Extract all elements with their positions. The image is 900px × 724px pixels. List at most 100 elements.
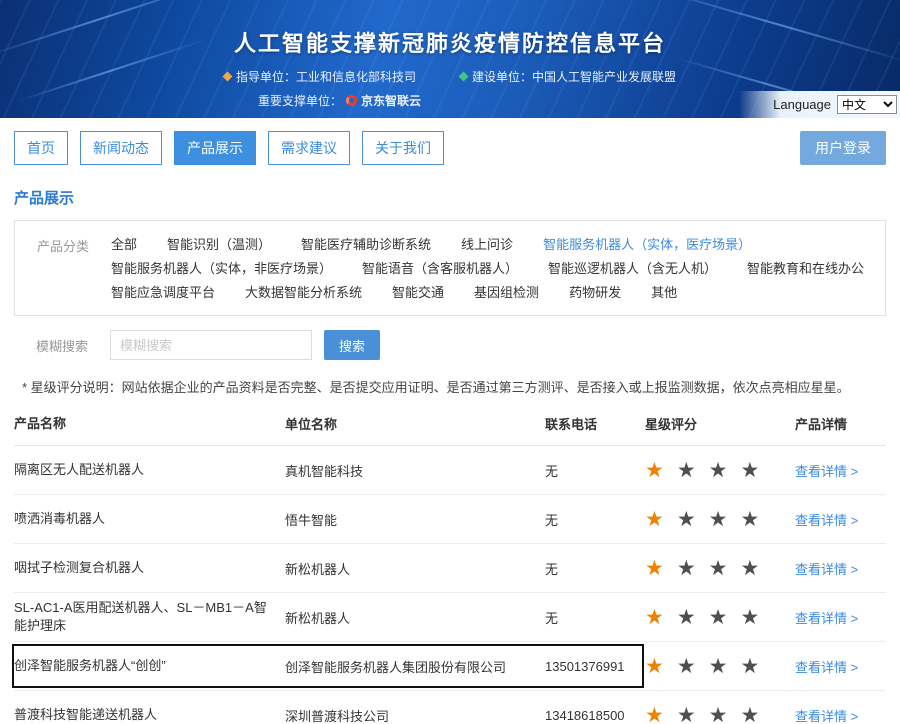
star-icon: ★ — [677, 606, 696, 629]
jd-cloud-logo: 京东智联云 — [346, 92, 421, 109]
search-input[interactable] — [110, 330, 312, 360]
contact-phone: 无 — [545, 559, 645, 578]
category-item[interactable]: 智能识别（温测） — [167, 233, 271, 257]
col-product-name: 产品名称 — [14, 415, 285, 433]
star-icon: ★ — [709, 655, 728, 678]
nav-item-需求建议[interactable]: 需求建议 — [268, 131, 350, 165]
star-icon: ★ — [740, 557, 759, 580]
category-row: 智能应急调度平台 大数据智能分析系统 智能交通 基因组检测 药物研发 其他 — [111, 281, 875, 305]
product-name: 普渡科技智能递送机器人 — [14, 706, 285, 724]
category-item[interactable]: 智能巡逻机器人（含无人机） — [548, 257, 717, 281]
category-item[interactable]: 基因组检测 — [474, 281, 539, 305]
table-row: 创泽智能服务机器人“创创”创泽智能服务机器人集团股份有限公司1350137699… — [14, 642, 886, 691]
contact-phone: 13501376991 — [545, 659, 645, 674]
support-label: 重要支撑单位： — [258, 92, 342, 109]
table-header: 产品名称 单位名称 联系电话 星级评分 产品详情 — [14, 400, 886, 446]
table-row: 隔离区无人配送机器人真机智能科技无★★★★查看详情 > — [14, 446, 886, 495]
filter-label: 产品分类 — [15, 233, 111, 305]
nav-item-产品展示[interactable]: 产品展示 — [174, 131, 256, 165]
category-item[interactable]: 智能服务机器人（实体，非医疗场景） — [111, 257, 332, 281]
nav-item-新闻动态[interactable]: 新闻动态 — [80, 131, 162, 165]
search-row: 模糊搜索 搜索 — [14, 330, 886, 360]
category-item[interactable]: 智能教育和在线办公 — [747, 257, 864, 281]
contact-phone: 无 — [545, 510, 645, 529]
star-icon: ★ — [709, 459, 728, 482]
table-row: 咽拭子检测复合机器人新松机器人无★★★★查看详情 > — [14, 544, 886, 593]
category-item[interactable]: 智能服务机器人（实体，医疗场景） — [543, 233, 751, 257]
col-phone: 联系电话 — [545, 414, 645, 433]
detail-cell: 查看详情 > — [795, 657, 886, 676]
star-icon: ★ — [709, 606, 728, 629]
banner-subtitle-row: 指导单位：工业和信息化部科技司 建设单位：中国人工智能产业发展联盟 — [0, 68, 900, 85]
page-root: 人工智能支撑新冠肺炎疫情防控信息平台 指导单位：工业和信息化部科技司 建设单位：… — [0, 0, 900, 724]
view-details-link[interactable]: 查看详情 > — [795, 660, 858, 675]
star-icon: ★ — [645, 704, 664, 724]
star-icon: ★ — [677, 704, 696, 724]
category-item[interactable]: 智能医疗辅助诊断系统 — [301, 233, 431, 257]
company-name: 新松机器人 — [285, 608, 545, 627]
product-name: 隔离区无人配送机器人 — [14, 461, 285, 479]
page-title: 产品展示 — [0, 177, 900, 220]
detail-cell: 查看详情 > — [795, 608, 886, 627]
detail-cell: 查看详情 > — [795, 461, 886, 480]
category-item[interactable]: 其他 — [651, 281, 677, 305]
category-item[interactable]: 线上问诊 — [461, 233, 513, 257]
contact-phone: 无 — [545, 608, 645, 627]
main-nav: 首页新闻动态产品展示需求建议关于我们 用户登录 — [0, 118, 900, 177]
builder-unit: 建设单位：中国人工智能产业发展联盟 — [472, 68, 676, 85]
login-button[interactable]: 用户登录 — [800, 131, 886, 165]
contact-phone: 13418618500 — [545, 708, 645, 723]
company-name: 创泽智能服务机器人集团股份有限公司 — [285, 657, 545, 676]
product-name: 创泽智能服务机器人“创创” — [14, 657, 285, 675]
language-select[interactable]: 中文 — [837, 95, 897, 114]
site-title: 人工智能支撑新冠肺炎疫情防控信息平台 — [0, 0, 900, 58]
guide-unit: 指导单位：工业和信息化部科技司 — [236, 68, 416, 85]
star-icon: ★ — [740, 459, 759, 482]
company-name: 悟牛智能 — [285, 510, 545, 529]
nav-item-首页[interactable]: 首页 — [14, 131, 68, 165]
star-icon: ★ — [677, 557, 696, 580]
star-icon: ★ — [709, 557, 728, 580]
bullet-icon — [459, 72, 469, 82]
category-item[interactable]: 智能交通 — [392, 281, 444, 305]
category-item[interactable]: 大数据智能分析系统 — [245, 281, 362, 305]
star-rating: ★★★★ — [645, 607, 795, 628]
view-details-link[interactable]: 查看详情 > — [795, 464, 858, 479]
col-product-detail: 产品详情 — [795, 414, 886, 433]
star-rating: ★★★★ — [645, 509, 795, 530]
view-details-link[interactable]: 查看详情 > — [795, 513, 858, 528]
category-row: 全部 智能识别（温测） 智能医疗辅助诊断系统 线上问诊 智能服务机器人（实体，医疗场景） — [111, 233, 875, 257]
view-details-link[interactable]: 查看详情 > — [795, 611, 858, 626]
star-rating: ★★★★ — [645, 460, 795, 481]
star-icon: ★ — [645, 459, 664, 482]
col-company-name: 单位名称 — [285, 414, 545, 433]
star-icon: ★ — [740, 508, 759, 531]
rating-note: * 星级评分说明：网站依据企业的产品资料是否完整、是否提交应用证明、是否通过第三… — [22, 377, 886, 396]
category-item[interactable]: 全部 — [111, 233, 137, 257]
detail-cell: 查看详情 > — [795, 559, 886, 578]
star-icon: ★ — [645, 557, 664, 580]
jd-logo-icon — [346, 95, 357, 106]
filter-box: 产品分类 全部智能识别（温测）智能医疗辅助诊断系统线上问诊智能服务机器人（实体，… — [14, 220, 886, 316]
category-item[interactable]: 药物研发 — [569, 281, 621, 305]
category-rows: 全部 智能识别（温测） 智能医疗辅助诊断系统 线上问诊 智能服务机器人（实体，医疗场景）… — [111, 233, 875, 305]
search-button[interactable]: 搜索 — [324, 330, 380, 360]
product-name: 咽拭子检测复合机器人 — [14, 559, 285, 577]
col-star-rating: 星级评分 — [645, 414, 795, 433]
product-name: 喷洒消毒机器人 — [14, 510, 285, 528]
category-item[interactable]: 智能应急调度平台 — [111, 281, 215, 305]
category-item[interactable]: 智能语音（含客服机器人） — [362, 257, 518, 281]
nav-item-关于我们[interactable]: 关于我们 — [362, 131, 444, 165]
view-details-link[interactable]: 查看详情 > — [795, 709, 858, 724]
view-details-link[interactable]: 查看详情 > — [795, 562, 858, 577]
jd-logo-text: 京东智联云 — [361, 92, 421, 109]
star-icon: ★ — [645, 606, 664, 629]
detail-cell: 查看详情 > — [795, 706, 886, 724]
company-name: 深圳普渡科技公司 — [285, 706, 545, 724]
table-row: 普渡科技智能递送机器人深圳普渡科技公司13418618500★★★★查看详情 > — [14, 691, 886, 724]
star-icon: ★ — [645, 508, 664, 531]
search-label: 模糊搜索 — [14, 336, 110, 355]
bullet-icon — [223, 72, 233, 82]
star-rating: ★ ★ ★ ★ — [645, 558, 795, 579]
product-name: SL-AC1-A医用配送机器人、SL－MB1－A智能护理床 — [14, 599, 285, 635]
